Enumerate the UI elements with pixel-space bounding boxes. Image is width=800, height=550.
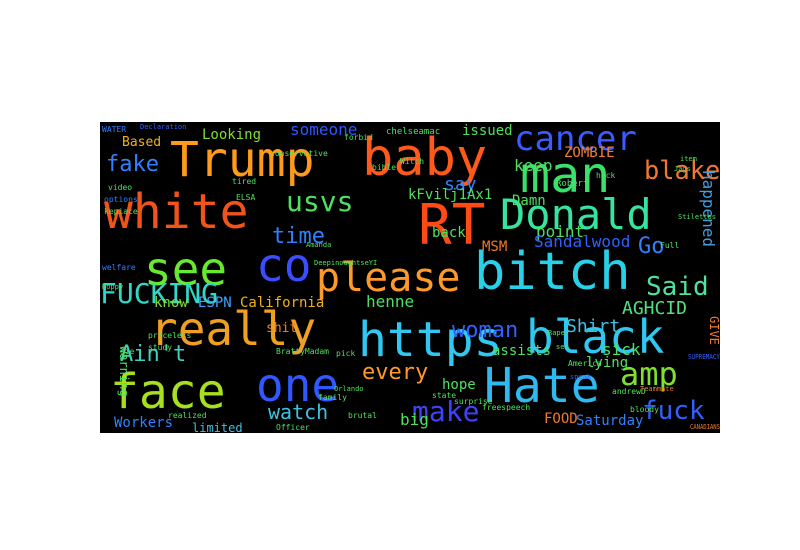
word-33: California — [240, 295, 325, 311]
word-74: welfare — [102, 263, 136, 272]
word-78: America — [568, 359, 602, 368]
word-100: Stilettos — [678, 213, 716, 221]
word-75: pick — [336, 349, 356, 358]
word-31: every — [362, 360, 429, 385]
word-59: Workers — [114, 415, 174, 431]
word-102: BrattyMadam — [276, 347, 329, 356]
word-79: bloody — [630, 405, 659, 414]
word-cloud: Trump baby man white RT Donald cancer bitch see c… — [100, 122, 720, 433]
word-45: ZOMBIE — [564, 145, 615, 161]
word-67: Robert — [556, 179, 589, 189]
word-44: issued — [462, 123, 513, 139]
word-81: brutal — [348, 411, 377, 420]
word-73: ELSA — [236, 193, 256, 202]
word-93: Hoppy — [102, 283, 124, 291]
word-36: Based — [122, 135, 162, 150]
word-37: Looking — [202, 127, 262, 143]
word-43: back — [432, 225, 466, 241]
word-83: priceless — [148, 331, 192, 340]
word-84: realized — [168, 411, 207, 420]
word-99: sex — [556, 343, 569, 351]
word-103: speak — [570, 373, 592, 381]
word-70: options — [104, 195, 138, 204]
word-88: Amanda — [306, 241, 332, 249]
word-48: kFvilj1Ax1 — [408, 187, 493, 203]
word-105: CANADIANS — [690, 423, 720, 431]
word-63: chelseamac — [386, 127, 441, 137]
word-57: FOOD — [544, 411, 578, 427]
word-34: ESPN — [198, 295, 232, 311]
word-96: Jags — [674, 165, 691, 173]
word-82: study — [148, 343, 173, 352]
word-35: know — [154, 295, 188, 311]
word-90: WATER — [102, 125, 127, 134]
word-68: hack — [596, 171, 616, 180]
word-66: Witch — [400, 157, 425, 166]
word-64: conservative — [270, 149, 328, 158]
word-22: woman — [452, 318, 519, 343]
word-21: fake — [106, 152, 159, 177]
word-71: kepiace — [104, 207, 138, 216]
word-72: tired — [232, 177, 257, 186]
word-89: forbid — [344, 133, 373, 142]
word-46: happened — [699, 170, 718, 248]
word-91: Declaration — [140, 123, 187, 131]
word-65: bible — [372, 163, 397, 172]
word-56: big — [400, 410, 429, 429]
word-52: henne — [366, 292, 415, 311]
word-26: Said — [646, 272, 709, 302]
word-58: Saturday — [576, 413, 644, 429]
word-51: MSM — [482, 239, 508, 255]
word-32: watch — [268, 400, 329, 424]
word-53: assists — [492, 343, 552, 359]
word-49: Sandalwood — [534, 232, 631, 251]
word-55: hope — [442, 377, 476, 393]
word-62: GIVE — [707, 316, 720, 345]
word-50: Damn — [512, 193, 546, 209]
word-92: Full — [660, 241, 680, 250]
word-106: SUPREMACY — [688, 353, 720, 361]
word-98: Rape — [548, 329, 565, 337]
word-60: limited — [192, 421, 243, 433]
word-86: family — [318, 393, 347, 402]
word-41: keep — [514, 156, 553, 175]
word-85: Officer — [276, 423, 310, 432]
word-18: usvs — [286, 185, 354, 218]
word-95: item — [680, 155, 697, 163]
word-30: AGHCID — [622, 298, 688, 319]
word-39: shit — [266, 321, 298, 336]
word-29: Shirt — [566, 316, 621, 337]
word-104: Teammate — [640, 385, 674, 393]
word-87: freespeech — [482, 403, 531, 412]
word-76: state — [432, 391, 457, 400]
word-69: video — [108, 183, 133, 192]
word-94: die — [120, 347, 135, 356]
word-101: DeepinoughtseYI — [314, 259, 378, 267]
word-97: Orlando — [334, 385, 364, 393]
